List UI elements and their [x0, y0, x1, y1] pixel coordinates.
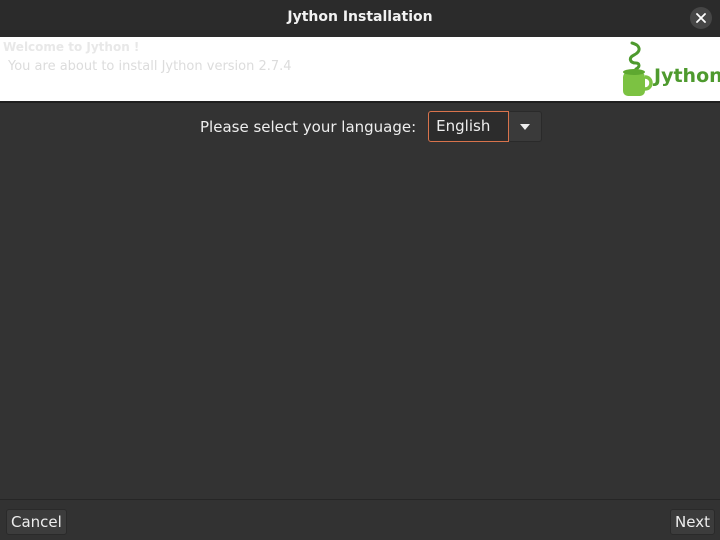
- installer-window: Jython Installation Welcome to Jython ! …: [0, 0, 720, 540]
- close-button[interactable]: [690, 7, 712, 29]
- jython-logo: Jython: [620, 41, 720, 99]
- chevron-down-icon: [520, 123, 531, 130]
- language-label: Please select your language:: [200, 117, 417, 136]
- title-bar: Jython Installation: [0, 0, 720, 38]
- welcome-title: Welcome to Jython !: [3, 40, 140, 54]
- cancel-button[interactable]: Cancel: [6, 509, 67, 535]
- language-select[interactable]: English: [428, 111, 543, 142]
- jython-cup-icon: [623, 41, 653, 96]
- welcome-subtitle: You are about to install Jython version …: [8, 59, 292, 74]
- window-title: Jython Installation: [287, 9, 433, 25]
- welcome-banner: Welcome to Jython ! You are about to ins…: [0, 37, 720, 103]
- footer-bar: Cancel Next: [0, 499, 720, 540]
- close-icon: [696, 13, 706, 23]
- next-button[interactable]: Next: [670, 509, 715, 535]
- logo-text: Jython: [654, 65, 720, 87]
- language-select-value[interactable]: English: [428, 111, 510, 142]
- language-dropdown-button[interactable]: [509, 111, 543, 142]
- language-row: Please select your language: English: [200, 111, 543, 142]
